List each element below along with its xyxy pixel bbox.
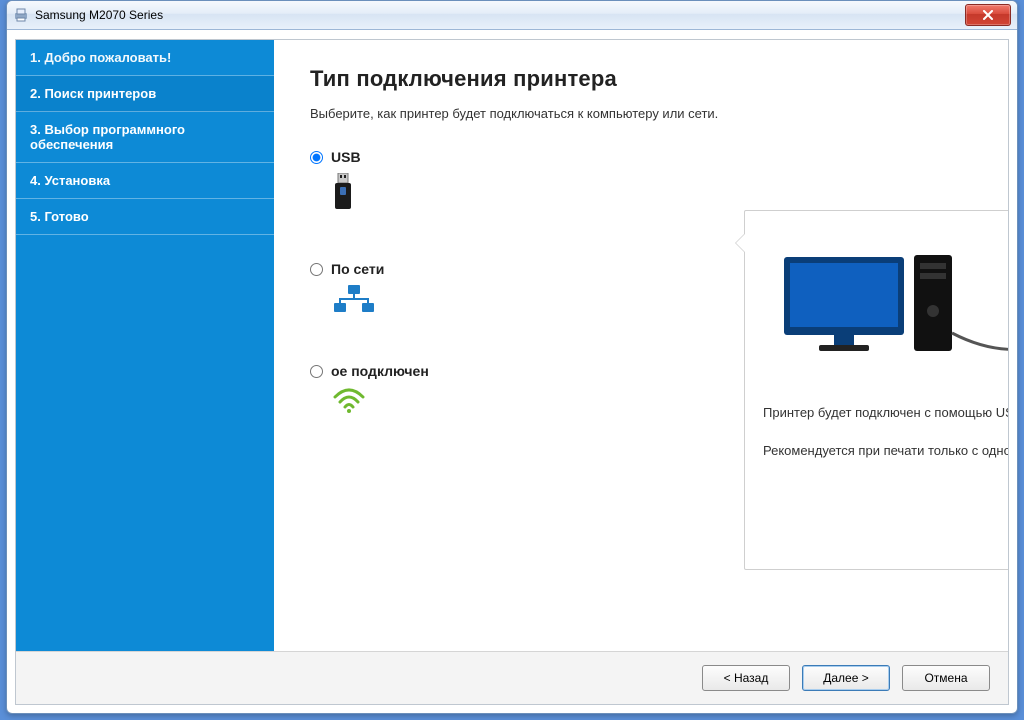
radio-wireless[interactable] — [310, 365, 323, 378]
radio-network[interactable] — [310, 263, 323, 276]
preview-description-line1: Принтер будет подключен с помощью USB-ка… — [763, 403, 1008, 423]
next-button[interactable]: Далее > — [802, 665, 890, 691]
close-icon — [982, 10, 994, 20]
callout-arrow-icon — [735, 233, 745, 253]
network-lan-icon — [332, 285, 480, 315]
window-close-button[interactable] — [965, 4, 1011, 26]
preview-description-line2: Рекомендуется при печати только с одного… — [763, 441, 1008, 461]
window-title: Samsung M2070 Series — [35, 8, 163, 22]
option-network[interactable]: По сети — [310, 261, 480, 315]
step-install[interactable]: 4. Установка — [16, 163, 274, 199]
cancel-button[interactable]: Отмена — [902, 665, 990, 691]
printer-app-icon — [13, 7, 29, 23]
step-search[interactable]: 2. Поиск принтеров — [16, 76, 274, 112]
step-finish[interactable]: 5. Готово — [16, 199, 274, 235]
option-label-network: По сети — [331, 261, 384, 277]
page-title: Тип подключения принтера — [310, 66, 972, 92]
installer-window: Samsung M2070 Series 1. Добро пожаловать… — [6, 0, 1018, 714]
wizard-footer: < Назад Далее > Отмена — [16, 651, 1008, 704]
back-button[interactable]: < Назад — [702, 665, 790, 691]
installer-body: 1. Добро пожаловать! 2. Поиск принтеров … — [15, 39, 1009, 705]
radio-usb[interactable] — [310, 151, 323, 164]
option-label-usb: USB — [331, 149, 361, 165]
page-subtitle: Выберите, как принтер будет подключаться… — [310, 106, 972, 121]
connection-illustration — [763, 247, 1008, 367]
option-wireless[interactable]: ое подключен — [310, 363, 480, 413]
wizard-steps-sidebar: 1. Добро пожаловать! 2. Поиск принтеров … — [16, 40, 274, 652]
option-label-wireless: ое подключен — [331, 363, 429, 379]
step-welcome[interactable]: 1. Добро пожаловать! — [16, 40, 274, 76]
connection-options: USB По сети — [310, 149, 480, 461]
option-usb[interactable]: USB — [310, 149, 480, 213]
wifi-icon — [332, 387, 480, 413]
window-titlebar: Samsung M2070 Series — [7, 1, 1017, 30]
usb-stick-icon — [332, 173, 480, 213]
step-software[interactable]: 3. Выбор программного обеспечения — [16, 112, 274, 163]
wizard-content: Тип подключения принтера Выберите, как п… — [274, 40, 1008, 652]
connection-preview-panel: Принтер будет подключен с помощью USB-ка… — [744, 210, 1008, 570]
